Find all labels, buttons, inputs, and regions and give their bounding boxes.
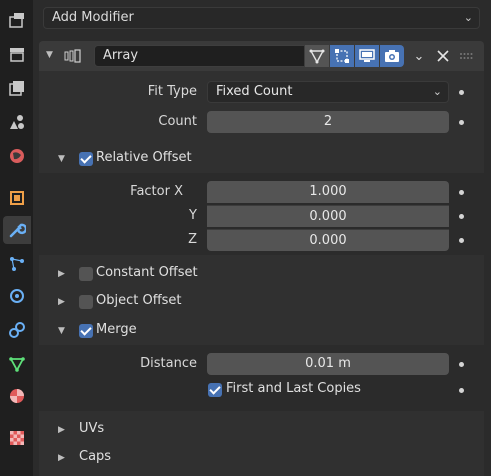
merge-checkbox[interactable] <box>79 324 93 338</box>
object-offset-checkbox[interactable] <box>79 295 93 309</box>
keyframe-dot[interactable] <box>459 90 464 95</box>
factor-x-field[interactable]: 1.000 <box>207 181 449 203</box>
array-modifier-panel: ▼ Array ⌄ Fit Type Fixed Count ⌄ Count 2… <box>39 41 484 476</box>
uvs-label: UVs <box>79 421 105 436</box>
view-layer-tab[interactable] <box>3 108 31 136</box>
relative-offset-checkbox[interactable] <box>79 152 93 166</box>
relative-offset-header[interactable]: ▼ Relative Offset <box>39 145 484 173</box>
keyframe-dot[interactable] <box>459 190 464 195</box>
keyframe-dot[interactable] <box>459 214 464 219</box>
edit-cage-toggle[interactable] <box>305 45 329 67</box>
merge-body: Distance 0.01 m First and Last Copies <box>39 345 484 411</box>
texture-icon <box>10 431 24 445</box>
chevron-down-icon: ⌄ <box>413 48 425 64</box>
uvs-header[interactable]: ▶ UVs <box>39 417 484 443</box>
remove-modifier-button[interactable] <box>431 45 455 67</box>
material-tab[interactable] <box>3 382 31 410</box>
relative-offset-label: Relative Offset <box>96 150 192 165</box>
particles-icon <box>10 257 24 271</box>
fit-type-label: Fit Type <box>147 84 197 99</box>
scene-tab[interactable] <box>3 142 31 170</box>
constant-offset-checkbox[interactable] <box>79 267 93 281</box>
data-tab[interactable] <box>3 350 31 378</box>
count-field[interactable]: 2 <box>207 111 449 133</box>
modifier-name-field[interactable]: Array <box>94 45 305 67</box>
edit-mode-icon <box>335 49 349 63</box>
factor-y-label: Y <box>189 208 197 223</box>
distance-field[interactable]: 0.01 m <box>207 353 449 375</box>
first-last-copies-label: First and Last Copies <box>226 381 361 396</box>
render-tab[interactable] <box>3 40 31 68</box>
drag-handle-icon[interactable] <box>459 52 473 60</box>
edit-mode-toggle[interactable] <box>330 45 354 67</box>
merge-label: Merge <box>96 322 137 337</box>
count-label: Count <box>158 114 197 129</box>
expand-arrow-icon[interactable]: ▼ <box>58 326 65 336</box>
collapse-panel-icon[interactable]: ▼ <box>46 50 53 60</box>
constraints-tab[interactable] <box>3 316 31 344</box>
factor-z-label: Z <box>188 232 197 247</box>
material-icon <box>10 389 24 403</box>
physics-icon <box>10 289 24 303</box>
expand-arrow-icon[interactable]: ▶ <box>58 453 65 463</box>
factor-x-label: Factor X <box>130 184 183 199</box>
expand-arrow-icon[interactable]: ▶ <box>58 269 65 279</box>
add-modifier-label: Add Modifier <box>52 10 134 25</box>
keyframe-dot[interactable] <box>459 362 464 367</box>
array-modifier-icon <box>64 49 81 63</box>
modifier-menu-button[interactable]: ⌄ <box>407 45 431 67</box>
object-tab[interactable] <box>3 184 31 212</box>
viewport-display-toggle[interactable] <box>355 45 379 67</box>
properties-tab-bar <box>0 0 33 476</box>
object-offset-label: Object Offset <box>96 293 182 308</box>
chevron-down-icon: ⌄ <box>432 85 442 98</box>
fit-type-dropdown[interactable]: Fixed Count ⌄ <box>207 81 449 103</box>
edit-cage-icon <box>309 49 325 64</box>
merge-header[interactable]: ▼ Merge <box>39 317 484 345</box>
add-modifier-dropdown[interactable]: Add Modifier ⌄ <box>43 7 480 29</box>
output-icon <box>9 81 24 96</box>
properties-editor: Add Modifier ⌄ ▼ Array ⌄ Fit Type Fixed … <box>33 0 491 476</box>
data-icon <box>9 357 25 372</box>
caps-label: Caps <box>79 449 112 464</box>
modifier-tab[interactable] <box>3 216 31 244</box>
tool-icon <box>9 13 24 28</box>
render-icon <box>10 48 24 62</box>
relative-offset-body: Factor X 1.000 Y 0.000 Z 0.000 <box>39 173 484 255</box>
caps-header[interactable]: ▶ Caps <box>39 445 484 471</box>
keyframe-dot[interactable] <box>459 120 464 125</box>
output-tab[interactable] <box>3 74 31 102</box>
monitor-icon <box>359 49 375 62</box>
expand-arrow-icon[interactable]: ▼ <box>58 154 65 164</box>
expand-arrow-icon[interactable]: ▶ <box>58 297 65 307</box>
keyframe-dot[interactable] <box>459 238 464 243</box>
scene-icon <box>10 149 24 163</box>
factor-y-field[interactable]: 0.000 <box>207 205 449 227</box>
render-toggle[interactable] <box>380 45 404 67</box>
particles-tab[interactable] <box>3 250 31 278</box>
factor-z-field[interactable]: 0.000 <box>207 229 449 251</box>
camera-icon <box>385 50 399 62</box>
close-icon <box>437 50 449 62</box>
constraints-icon <box>9 322 25 338</box>
chevron-down-icon: ⌄ <box>463 11 473 24</box>
modifier-wrench-icon <box>9 223 26 238</box>
constant-offset-label: Constant Offset <box>96 265 198 280</box>
tool-tab[interactable] <box>3 6 31 34</box>
view-layer-icon <box>10 115 24 129</box>
object-offset-header[interactable]: ▶ Object Offset <box>39 289 484 315</box>
keyframe-dot[interactable] <box>459 388 464 393</box>
constant-offset-header[interactable]: ▶ Constant Offset <box>39 261 484 287</box>
texture-tab[interactable] <box>3 424 31 452</box>
modifier-header: ▼ Array ⌄ <box>39 41 484 71</box>
physics-tab[interactable] <box>3 282 31 310</box>
fit-type-value: Fixed Count <box>216 84 293 99</box>
expand-arrow-icon[interactable]: ▶ <box>58 425 65 435</box>
first-last-copies-checkbox[interactable] <box>208 383 222 397</box>
distance-label: Distance <box>140 356 197 371</box>
object-icon <box>10 191 24 205</box>
